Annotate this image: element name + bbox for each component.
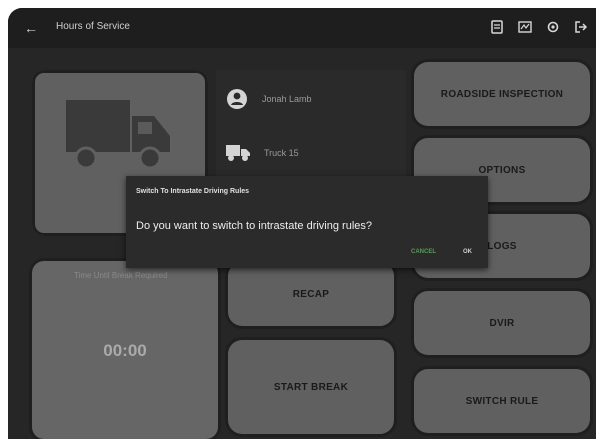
app-bar: ← Hours of Service — [8, 8, 596, 48]
dvir-button[interactable]: DVIR — [414, 291, 590, 355]
user-name: Jonah Lamb — [262, 94, 312, 104]
dialog-ok-button[interactable]: OK — [463, 249, 472, 255]
truck-icon — [66, 100, 170, 170]
truck-label: Truck 15 — [264, 148, 299, 158]
start-break-button[interactable]: START BREAK — [228, 340, 394, 434]
switch-rule-button[interactable]: SWITCH RULE — [414, 369, 590, 433]
roadside-inspection-button[interactable]: ROADSIDE INSPECTION — [414, 62, 590, 126]
app-title: Hours of Service — [56, 21, 130, 32]
dialog-title: Switch To Intrastate Driving Rules — [136, 188, 250, 195]
driver-info: Jonah Lamb Truck 15 — [216, 70, 406, 190]
settings-icon[interactable] — [544, 18, 562, 36]
break-timer-card: Time Until Break Required 00:00 — [32, 261, 218, 439]
app-screen: ← Hours of Service Jonah Lamb Truck 15 R… — [8, 8, 596, 439]
switch-rules-dialog: Switch To Intrastate Driving Rules Do yo… — [126, 176, 488, 268]
dialog-message: Do you want to switch to intrastate driv… — [136, 220, 373, 232]
document-icon[interactable] — [488, 18, 506, 36]
timer-caption: Time Until Break Required — [74, 271, 168, 280]
back-arrow-icon[interactable]: ← — [22, 19, 40, 37]
toolbar-icons — [488, 18, 590, 36]
dialog-cancel-button[interactable]: CANCEL — [411, 249, 436, 255]
recap-button[interactable]: RECAP — [228, 262, 394, 326]
truck-row: Truck 15 — [226, 144, 299, 162]
user-avatar-icon — [227, 89, 247, 109]
timer-value: 00:00 — [103, 341, 147, 360]
user-row: Jonah Lamb — [226, 88, 312, 110]
logs-icon[interactable] — [516, 18, 534, 36]
logout-icon[interactable] — [572, 18, 590, 36]
truck-small-icon — [226, 145, 250, 161]
